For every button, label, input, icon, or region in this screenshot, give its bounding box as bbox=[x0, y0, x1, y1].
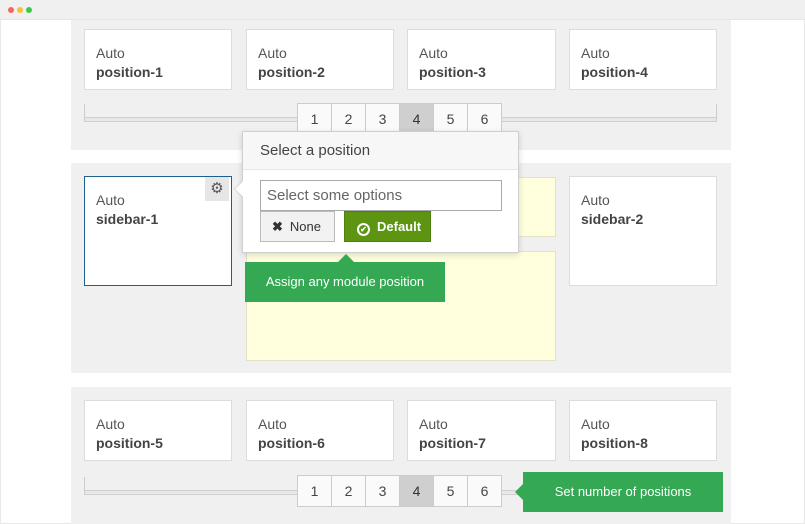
card-position-name: sidebar-2 bbox=[581, 211, 644, 227]
position-card[interactable]: Auto position-8 bbox=[569, 400, 717, 461]
close-icon: ✖ bbox=[272, 219, 283, 234]
position-card[interactable]: Auto position-7 bbox=[407, 400, 556, 461]
position-count-option-2[interactable]: 2 bbox=[331, 475, 366, 507]
card-mode-label: Auto bbox=[258, 45, 287, 61]
position-card[interactable]: Auto position-2 bbox=[246, 29, 394, 90]
card-position-name: position-5 bbox=[96, 435, 163, 451]
position-card[interactable]: Auto position-5 bbox=[84, 400, 232, 461]
position-count-option-4[interactable]: 4 bbox=[399, 475, 434, 507]
card-position-name: position-4 bbox=[581, 64, 648, 80]
card-mode-label: Auto bbox=[581, 416, 610, 432]
position-card[interactable]: Auto position-1 bbox=[84, 29, 232, 90]
position-count-option-6[interactable]: 6 bbox=[467, 475, 502, 507]
card-mode-label: Auto bbox=[419, 45, 448, 61]
card-mode-label: Auto bbox=[96, 45, 125, 61]
set-number-tooltip: Set number of positions bbox=[523, 472, 723, 512]
card-mode-label: Auto bbox=[581, 192, 610, 208]
default-button-label: Default bbox=[377, 219, 422, 234]
card-position-name: position-6 bbox=[258, 435, 325, 451]
gear-icon[interactable]: ⚙ bbox=[205, 177, 229, 201]
sidebar-card[interactable]: Auto sidebar-2 bbox=[569, 176, 717, 286]
card-mode-label: Auto bbox=[419, 416, 448, 432]
position-count-option-5[interactable]: 5 bbox=[433, 475, 468, 507]
card-position-name: position-2 bbox=[258, 64, 325, 80]
card-position-name: position-1 bbox=[96, 64, 163, 80]
position-count-pager: 1 2 3 4 5 6 bbox=[297, 475, 502, 507]
card-position-name: sidebar-1 bbox=[96, 211, 159, 227]
position-select-popover: Select a position Select some options ✖ N… bbox=[242, 131, 519, 253]
popover-arrow-inner bbox=[235, 181, 243, 197]
position-card[interactable]: Auto position-3 bbox=[407, 29, 556, 90]
position-card[interactable]: Auto position-6 bbox=[246, 400, 394, 461]
position-select-input[interactable]: Select some options bbox=[260, 180, 502, 211]
window-title-bar bbox=[0, 0, 805, 20]
close-window-button[interactable] bbox=[8, 7, 14, 13]
minimize-window-button[interactable] bbox=[17, 7, 23, 13]
default-button[interactable]: ✔ Default bbox=[344, 211, 431, 242]
none-button-label: None bbox=[289, 219, 321, 234]
assign-position-tooltip: Assign any module position bbox=[245, 262, 445, 302]
popover-title: Select a position bbox=[243, 132, 518, 170]
position-count-option-1[interactable]: 1 bbox=[297, 475, 332, 507]
card-mode-label: Auto bbox=[96, 416, 125, 432]
check-circle-icon: ✔ bbox=[357, 223, 370, 236]
none-button[interactable]: ✖ None bbox=[260, 211, 335, 242]
maximize-window-button[interactable] bbox=[26, 7, 32, 13]
position-card[interactable]: Auto position-4 bbox=[569, 29, 717, 90]
card-position-name: position-7 bbox=[419, 435, 486, 451]
tooltip-arrow bbox=[515, 484, 523, 500]
tooltip-arrow bbox=[338, 254, 354, 262]
position-count-option-3[interactable]: 3 bbox=[365, 475, 400, 507]
card-mode-label: Auto bbox=[581, 45, 610, 61]
card-mode-label: Auto bbox=[96, 192, 125, 208]
card-position-name: position-3 bbox=[419, 64, 486, 80]
card-mode-label: Auto bbox=[258, 416, 287, 432]
card-position-name: position-8 bbox=[581, 435, 648, 451]
